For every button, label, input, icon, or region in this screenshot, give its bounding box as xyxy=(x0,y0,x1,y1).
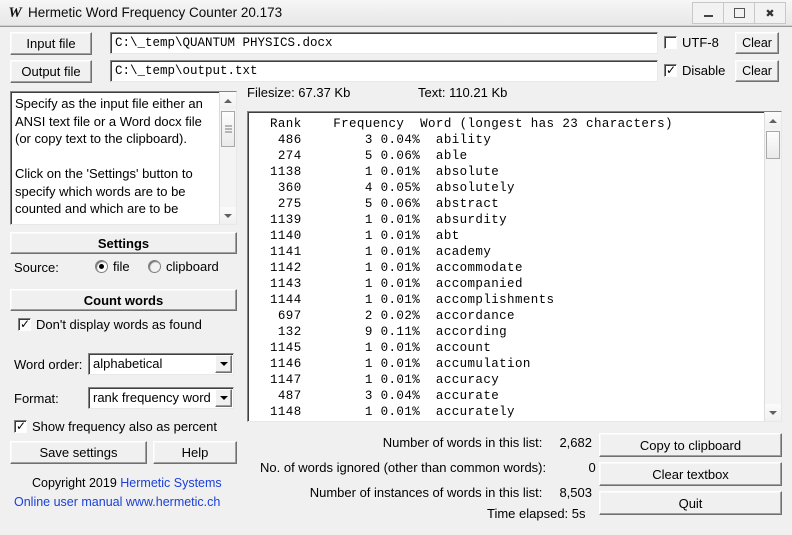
instances-row: Number of instances of words in this lis… xyxy=(260,485,592,501)
disable-label: Disable xyxy=(682,63,726,78)
show-percent-checkbox[interactable]: ✓ xyxy=(14,419,27,433)
source-file-radio[interactable] xyxy=(95,260,108,273)
maximize-icon xyxy=(724,3,754,23)
format-dropdown-arrow[interactable] xyxy=(215,389,232,407)
help-button[interactable]: Help xyxy=(153,441,237,464)
words-ignored-value: 0 xyxy=(588,460,596,475)
scroll-up-button[interactable] xyxy=(765,112,781,129)
chevron-down-icon xyxy=(224,213,232,218)
output-file-button[interactable]: Output file xyxy=(10,60,92,83)
filesize-label: Filesize: 67.37 Kb xyxy=(247,85,351,100)
application-window: W Hermetic Word Frequency Counter 20.173… xyxy=(0,0,792,535)
instructions-text: Specify as the input file either an ANSI… xyxy=(15,96,203,216)
maximize-button[interactable] xyxy=(724,2,755,24)
clear-output-button[interactable]: Clear xyxy=(735,60,779,82)
source-file-label: file xyxy=(113,259,130,274)
online-user-manual-link[interactable]: Online user manual xyxy=(14,495,122,509)
time-elapsed-label: Time elapsed: 5s xyxy=(487,506,586,521)
instructions-scrollbar[interactable] xyxy=(219,92,236,224)
chevron-up-icon xyxy=(769,118,777,123)
utf8-label: UTF-8 xyxy=(682,35,719,50)
chevron-up-icon xyxy=(224,98,232,103)
save-settings-button[interactable]: Save settings xyxy=(10,441,147,464)
website-link[interactable]: www.hermetic.ch xyxy=(126,495,220,509)
check-mark-icon: ✓ xyxy=(20,317,31,331)
copyright-line: Copyright 2019 Hermetic Systems xyxy=(32,476,222,491)
dont-display-label: Don't display words as found xyxy=(36,317,202,332)
words-in-list-value: 2,682 xyxy=(559,435,592,450)
quit-button[interactable]: Quit xyxy=(599,491,782,515)
title-bar: W Hermetic Word Frequency Counter 20.173… xyxy=(0,0,792,26)
window-title: Hermetic Word Frequency Counter 20.173 xyxy=(28,5,283,20)
word-order-dropdown-arrow[interactable] xyxy=(215,355,232,373)
dont-display-checkbox[interactable]: ✓ xyxy=(18,317,31,331)
window-controls: ✖ xyxy=(692,2,786,24)
word-order-value: alphabetical xyxy=(93,356,163,371)
scroll-thumb[interactable] xyxy=(221,111,235,147)
clear-input-button[interactable]: Clear xyxy=(735,32,779,54)
output-file-field[interactable]: C:\_temp\output.txt xyxy=(110,60,658,82)
word-list-content: Rank Frequency Word (longest has 23 char… xyxy=(270,117,673,419)
text-size-label: Text: 110.21 Kb xyxy=(418,85,508,100)
scroll-thumb[interactable] xyxy=(766,131,780,159)
scroll-down-button[interactable] xyxy=(765,404,781,421)
input-file-field[interactable]: C:\_temp\QUANTUM PHYSICS.docx xyxy=(110,32,658,54)
chevron-down-icon xyxy=(219,362,228,366)
word-order-label: Word order: xyxy=(14,357,83,372)
instances-value: 8,503 xyxy=(559,485,592,500)
scroll-down-button[interactable] xyxy=(220,207,236,224)
minimize-icon xyxy=(693,3,723,23)
scroll-up-button[interactable] xyxy=(220,92,236,109)
company-link[interactable]: Hermetic Systems xyxy=(120,476,221,490)
source-label: Source: xyxy=(14,260,59,275)
settings-button[interactable]: Settings xyxy=(10,232,237,254)
format-label: Format: xyxy=(14,391,59,406)
words-in-list-label: Number of words in this list: xyxy=(382,435,543,450)
words-ignored-label: No. of words ignored (other than common … xyxy=(260,460,547,475)
format-value: rank frequency word xyxy=(93,390,211,405)
check-mark-icon: ✓ xyxy=(16,419,27,433)
close-icon: ✖ xyxy=(765,6,775,20)
check-mark-icon: ✓ xyxy=(666,63,677,77)
source-clipboard-radio[interactable] xyxy=(148,260,161,273)
word-list-scrollbar[interactable] xyxy=(764,112,781,421)
chevron-down-icon xyxy=(219,396,228,400)
format-select[interactable]: rank frequency word xyxy=(88,387,234,409)
manual-line: Online user manual www.hermetic.ch xyxy=(14,495,220,510)
input-file-value: C:\_temp\QUANTUM PHYSICS.docx xyxy=(115,36,333,50)
app-icon: W xyxy=(8,5,22,21)
instructions-textbox[interactable]: Specify as the input file either an ANSI… xyxy=(10,91,237,225)
client-area: Input file C:\_temp\QUANTUM PHYSICS.docx… xyxy=(0,26,792,535)
utf8-checkbox[interactable] xyxy=(664,36,677,49)
output-file-value: C:\_temp\output.txt xyxy=(115,64,258,78)
grip-icon xyxy=(225,124,232,135)
source-clipboard-label: clipboard xyxy=(166,259,219,274)
word-order-select[interactable]: alphabetical xyxy=(88,353,234,375)
words-ignored-row: No. of words ignored (other than common … xyxy=(260,460,596,476)
close-button[interactable]: ✖ xyxy=(755,2,786,24)
words-in-list-row: Number of words in this list: 2,682 xyxy=(260,435,592,451)
minimize-button[interactable] xyxy=(692,2,724,24)
input-file-button[interactable]: Input file xyxy=(10,32,92,55)
word-list[interactable]: Rank Frequency Word (longest has 23 char… xyxy=(247,111,782,422)
disable-checkbox[interactable]: ✓ xyxy=(664,63,677,77)
count-words-button[interactable]: Count words xyxy=(10,289,237,311)
chevron-down-icon xyxy=(769,410,777,415)
copy-to-clipboard-button[interactable]: Copy to clipboard xyxy=(599,433,782,457)
radio-dot-icon xyxy=(99,264,104,269)
copyright-text: Copyright 2019 xyxy=(32,476,117,490)
instances-label: Number of instances of words in this lis… xyxy=(309,485,543,500)
clear-textbox-button[interactable]: Clear textbox xyxy=(599,462,782,486)
show-percent-label: Show frequency also as percent xyxy=(32,419,217,434)
